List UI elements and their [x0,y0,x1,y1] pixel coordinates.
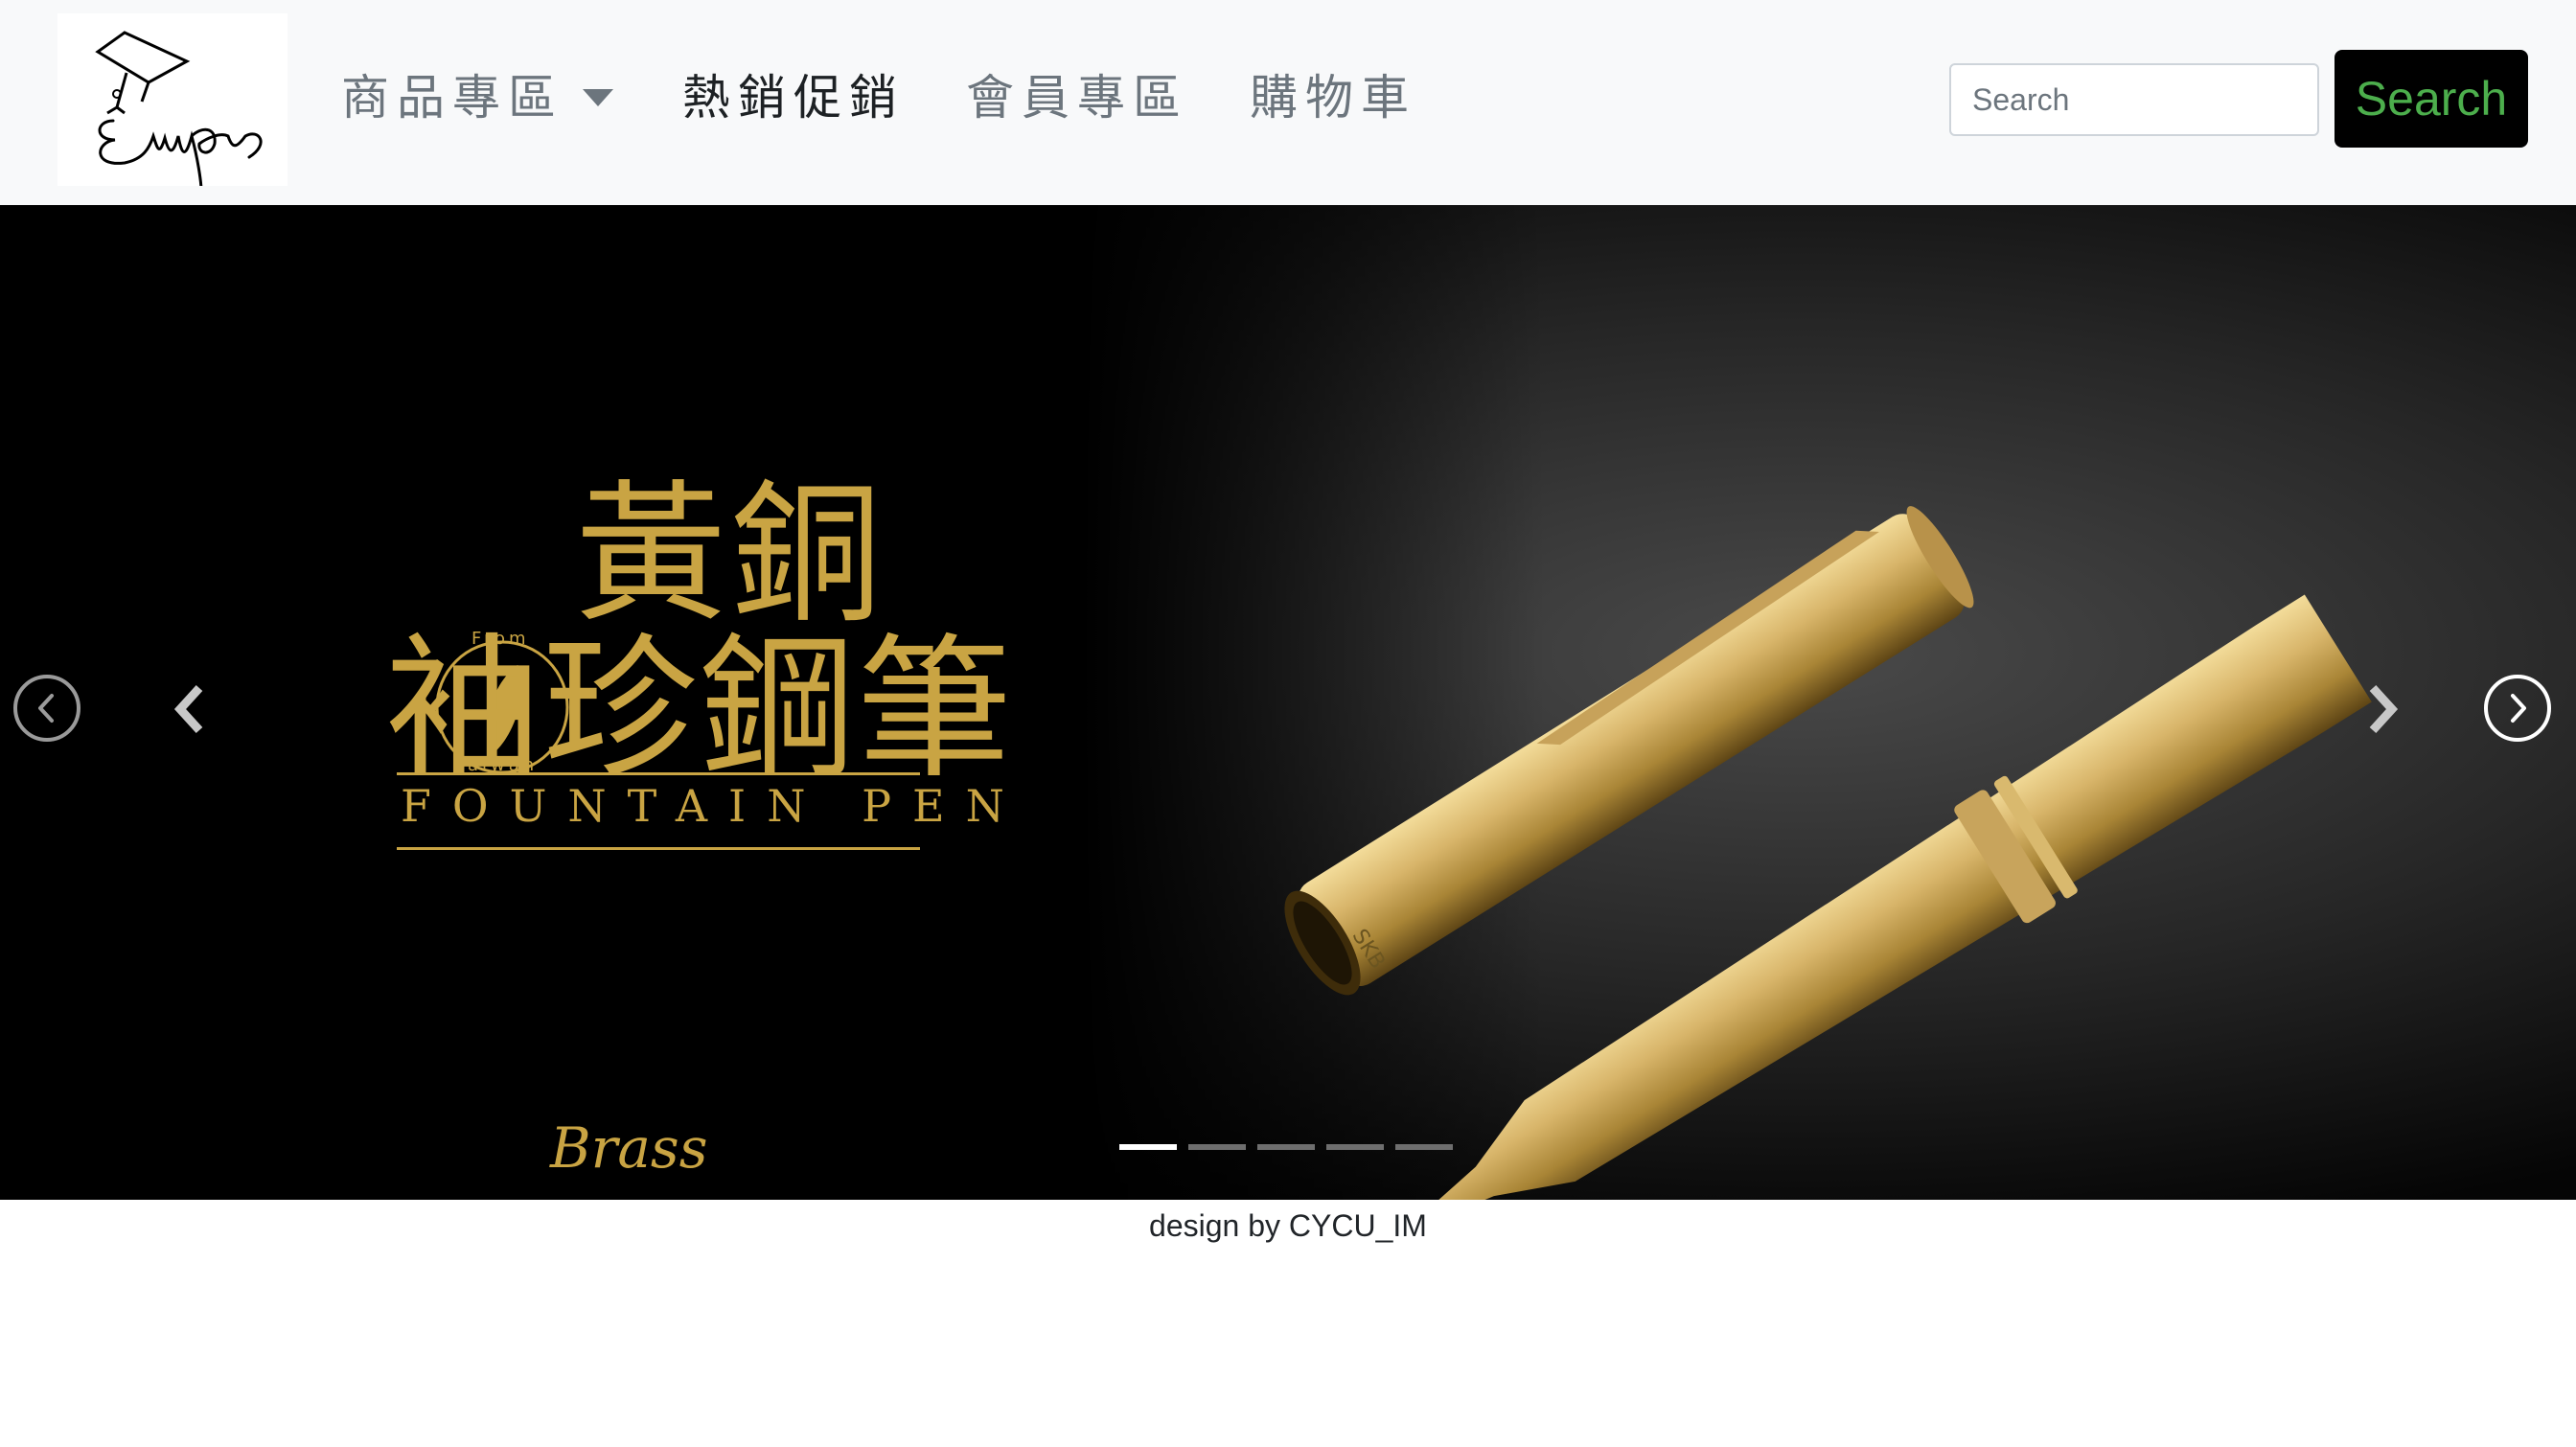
footer-credit: design by CYCU_IM [1149,1208,1427,1243]
dropdown-caret-icon[interactable] [583,89,613,106]
carousel-indicator-3[interactable] [1257,1144,1315,1150]
divider [397,772,920,775]
nav-item-hot-sales[interactable]: 熱銷促銷 [682,59,905,136]
search-input[interactable] [1949,63,2319,136]
navbar: 商品專區 熱銷促銷 會員專區 購物車 Search [0,0,2576,205]
brand-logo[interactable] [58,13,288,186]
pen-logo-icon [95,31,263,186]
hero-carousel: From Taiwan 黃銅 袖珍鋼筆 FOUNTAIN PEN Brass S… [0,205,2576,1200]
next-circle-button[interactable] [2484,675,2551,742]
chevron-right-icon [2369,684,2399,734]
divider [397,847,920,850]
prev-circle-button[interactable] [13,675,80,742]
slide-subtitle: FOUNTAIN PEN [401,780,1025,832]
nav-item-cart[interactable]: 購物車 [1250,59,1416,136]
nav-item-members[interactable]: 會員專區 [966,59,1188,136]
carousel-indicator-2[interactable] [1188,1144,1246,1150]
search-button[interactable]: Search [2334,50,2528,148]
carousel-indicator-1[interactable] [1119,1144,1177,1150]
nav-item-products[interactable]: 商品專區 [341,59,564,136]
chevron-right-icon [2511,694,2526,723]
carousel-indicator-5[interactable] [1395,1144,1453,1150]
chevron-left-icon [173,684,203,734]
slide-signature: Brass [550,1115,708,1181]
carousel-indicator-4[interactable] [1326,1144,1384,1150]
carousel-next-button[interactable] [2363,682,2402,736]
chevron-left-icon [38,694,54,723]
carousel-prev-button[interactable] [171,682,209,736]
